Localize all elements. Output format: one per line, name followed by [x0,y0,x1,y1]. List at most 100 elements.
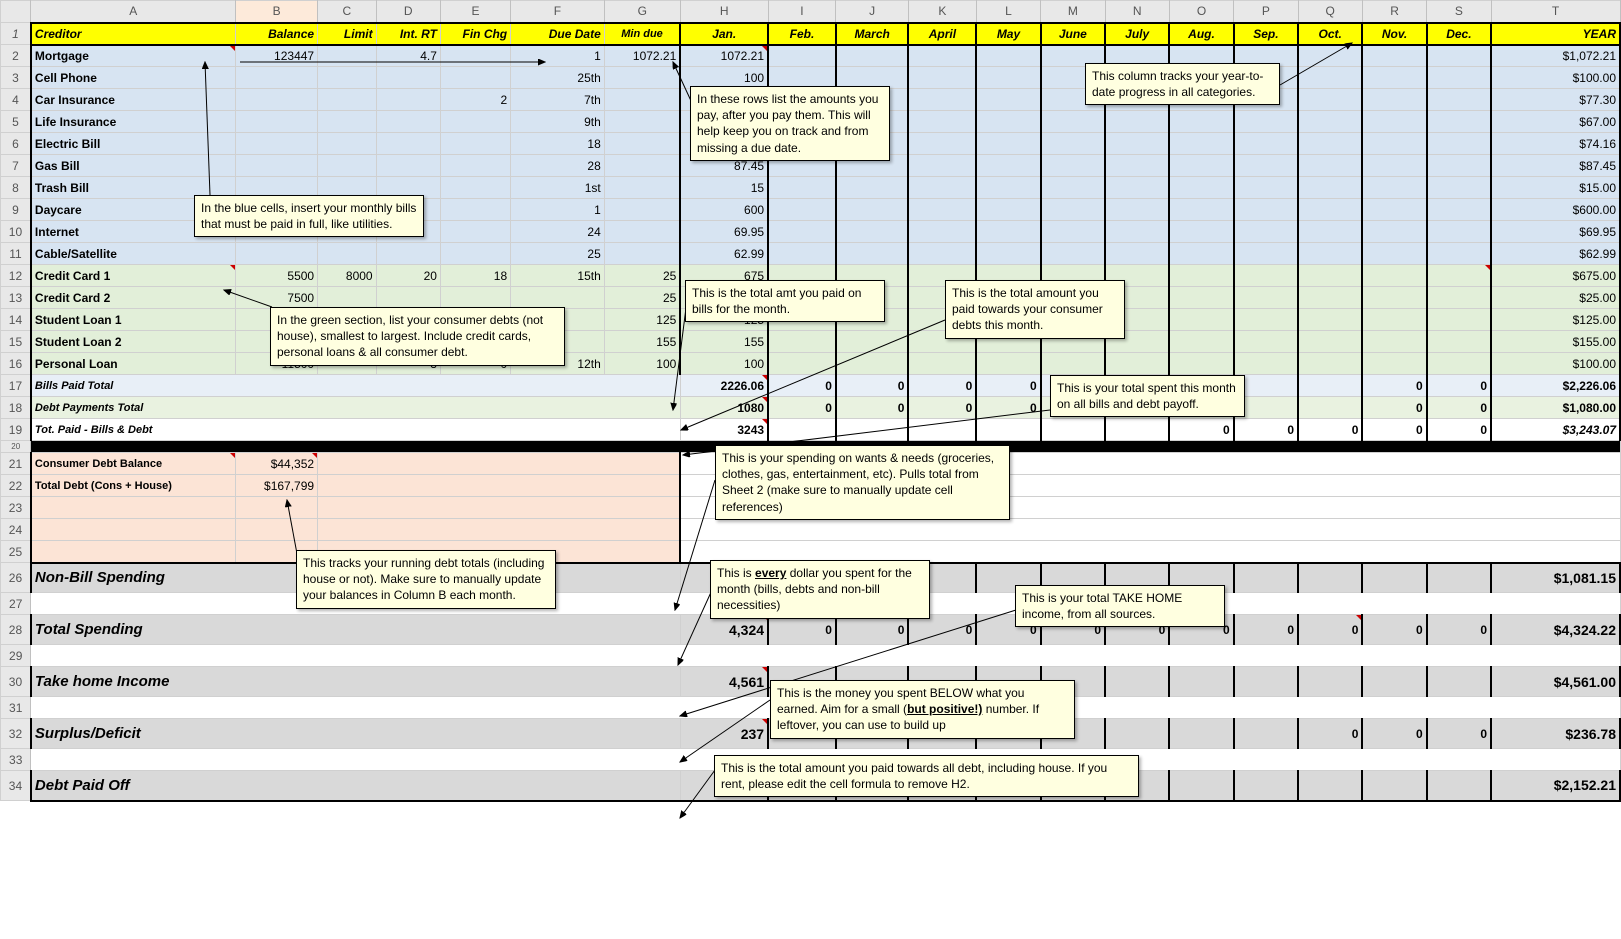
header-limit[interactable]: Limit [318,23,377,45]
cell[interactable] [1105,419,1169,441]
cell[interactable] [1169,719,1233,749]
cell-creditor[interactable]: Cell Phone [31,67,236,89]
cell[interactable] [604,243,680,265]
row-header[interactable]: 18 [1,397,31,419]
cell[interactable] [1298,563,1362,593]
cell[interactable] [1234,331,1298,353]
cell[interactable] [1041,177,1105,199]
cell[interactable] [1041,111,1105,133]
cell[interactable] [1234,111,1298,133]
cell[interactable] [976,133,1040,155]
cell[interactable] [236,133,318,155]
cell[interactable] [318,287,377,309]
row-header[interactable]: 25 [1,541,31,563]
cell[interactable] [1362,155,1426,177]
col-header-F[interactable]: F [511,1,605,23]
cell[interactable]: 0 [908,615,976,645]
cell[interactable] [318,155,377,177]
cell[interactable] [836,353,909,375]
cell[interactable] [976,45,1040,67]
cell[interactable] [908,133,976,155]
cell[interactable] [1362,243,1426,265]
cell[interactable] [511,287,605,309]
row-header[interactable]: 19 [1,419,31,441]
cell-year[interactable]: $15.00 [1491,177,1620,199]
cell[interactable] [1427,353,1491,375]
cell[interactable] [236,243,318,265]
cell[interactable] [1427,45,1491,67]
cell-year[interactable]: $77.30 [1491,89,1620,111]
cell[interactable] [1041,419,1105,441]
cell[interactable] [1234,155,1298,177]
col-header-D[interactable]: D [376,1,440,23]
cell[interactable]: 0 [1234,419,1298,441]
cell-jan[interactable]: 69.95 [680,221,768,243]
tot-paid-label[interactable]: Tot. Paid - Bills & Debt [31,419,680,441]
cell[interactable] [1362,353,1426,375]
cell[interactable] [1169,155,1233,177]
row-header[interactable]: 13 [1,287,31,309]
cell-balance[interactable]: 123447 [236,45,318,67]
cell[interactable] [1234,199,1298,221]
cell[interactable]: 0 [768,397,836,419]
header-feb[interactable]: Feb. [768,23,836,45]
header-apr[interactable]: April [908,23,976,45]
cell[interactable] [1169,221,1233,243]
cell[interactable] [836,221,909,243]
col-header-P[interactable]: P [1234,1,1298,23]
cell-creditor[interactable]: Credit Card 2 [31,287,236,309]
cell[interactable] [836,177,909,199]
cell[interactable]: 0 [1169,419,1233,441]
cell[interactable] [236,89,318,111]
cell[interactable] [604,89,680,111]
cell-min[interactable]: 25 [604,287,680,309]
cell[interactable] [1362,221,1426,243]
bills-paid-year[interactable]: $2,226.06 [1491,375,1620,397]
header-creditor[interactable]: Creditor [31,23,236,45]
cell[interactable] [1427,309,1491,331]
cell[interactable] [376,155,440,177]
header-duedate[interactable]: Due Date [511,23,605,45]
cell[interactable]: 0 [836,397,909,419]
cell-jan[interactable]: 100 [680,353,768,375]
tot-paid-jan[interactable]: 3243 [680,419,768,441]
row-header[interactable]: 9 [1,199,31,221]
row-header[interactable]: 22 [1,475,31,497]
cell[interactable] [976,155,1040,177]
cell[interactable] [1105,667,1169,697]
cell[interactable] [1427,155,1491,177]
col-header-K[interactable]: K [908,1,976,23]
row-header[interactable]: 34 [1,771,31,801]
col-header-I[interactable]: I [768,1,836,23]
cell-year[interactable]: $74.16 [1491,133,1620,155]
totalspend-year[interactable]: $4,324.22 [1491,615,1620,645]
cell[interactable] [318,453,681,475]
cell-min[interactable]: 100 [604,353,680,375]
cell-year[interactable]: $155.00 [1491,331,1620,353]
header-nov[interactable]: Nov. [1362,23,1426,45]
cell[interactable] [976,111,1040,133]
cell[interactable] [1362,309,1426,331]
cell[interactable] [1041,199,1105,221]
cell[interactable] [440,177,510,199]
cell[interactable] [1169,331,1233,353]
cell[interactable] [908,221,976,243]
cell[interactable] [1105,719,1169,749]
cell[interactable]: 0 [768,615,836,645]
cell[interactable] [376,133,440,155]
cell[interactable] [318,475,681,497]
cell[interactable]: 0 [908,375,976,397]
cell[interactable] [768,331,836,353]
cell[interactable] [1427,89,1491,111]
cell[interactable] [976,89,1040,111]
bills-paid-label[interactable]: Bills Paid Total [31,375,680,397]
row-header[interactable]: 27 [1,593,31,615]
cell[interactable] [1234,133,1298,155]
cell[interactable]: 0 [1298,615,1362,645]
cell[interactable] [836,199,909,221]
cell[interactable] [836,331,909,353]
cell[interactable] [908,243,976,265]
cell[interactable] [1362,177,1426,199]
header-jul[interactable]: July [1105,23,1169,45]
cell-due[interactable]: 1 [511,45,605,67]
